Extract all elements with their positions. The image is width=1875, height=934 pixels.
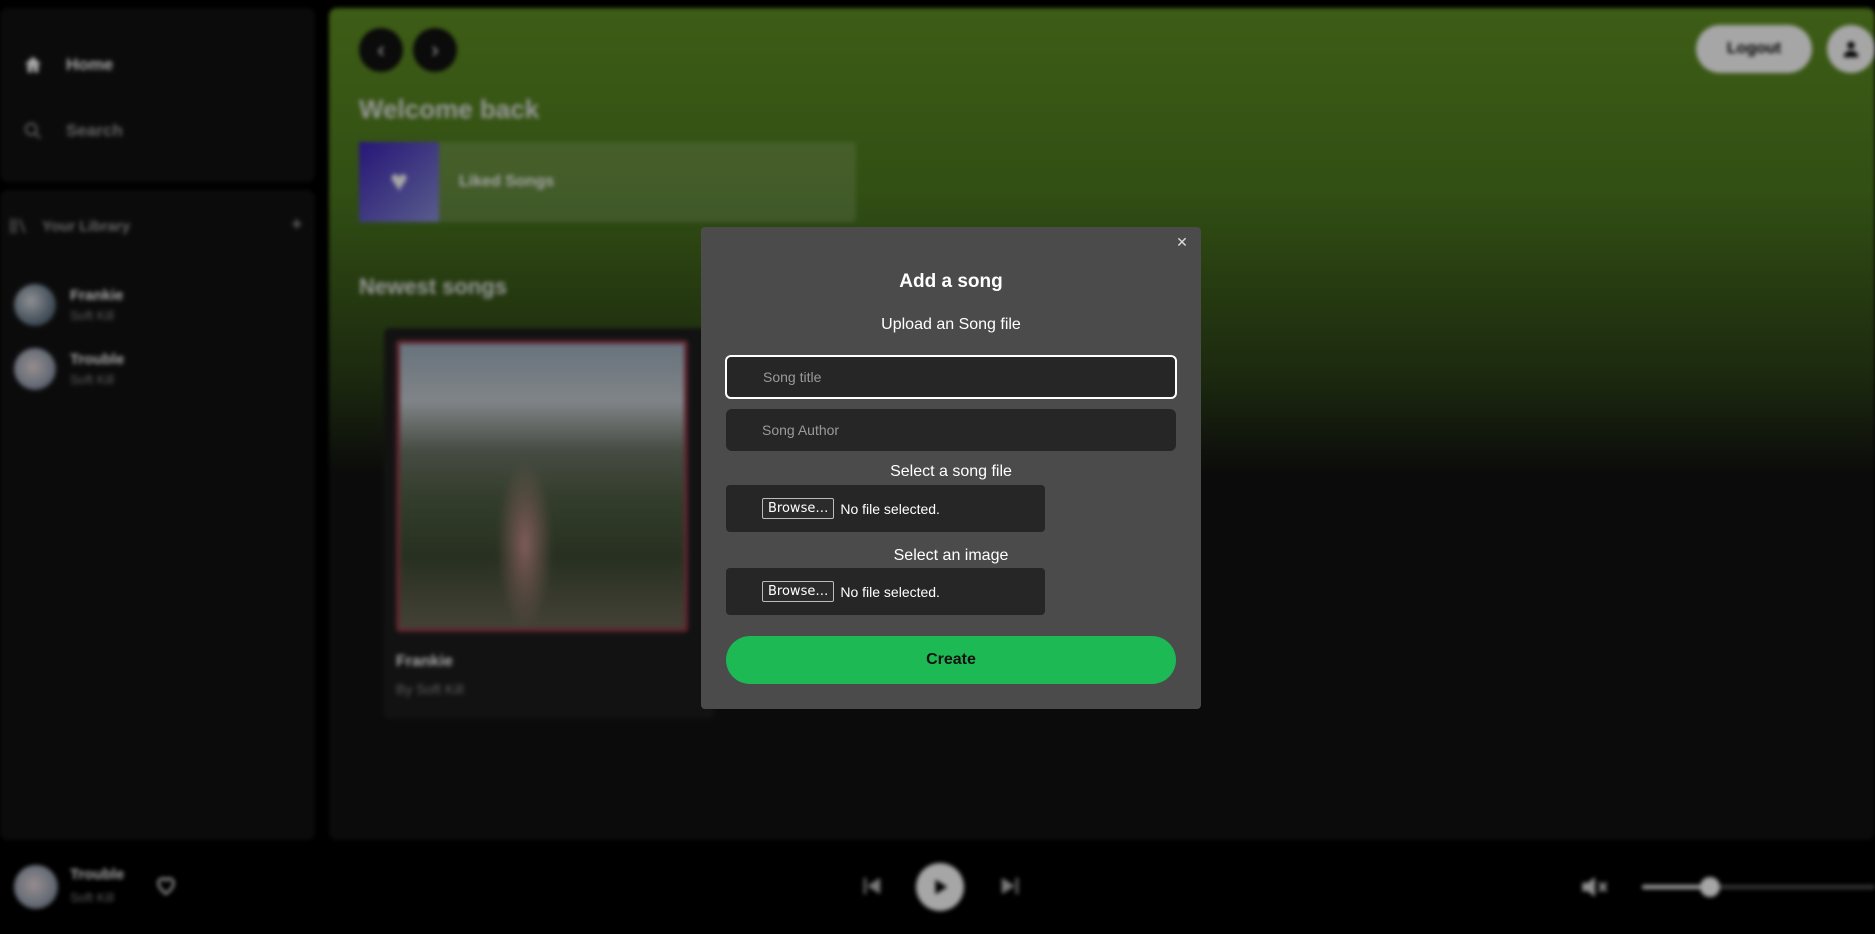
image-file-input[interactable]: Browse… No file selected. [726, 568, 1045, 615]
modal-title: Add a song [899, 271, 1003, 292]
song-author-field[interactable] [726, 409, 1176, 451]
create-button[interactable]: Create [726, 636, 1176, 684]
song-file-status: No file selected. [840, 500, 940, 517]
song-file-label: Select a song file [890, 463, 1012, 480]
song-title-field[interactable] [725, 355, 1177, 399]
image-file-status: No file selected. [840, 583, 940, 600]
close-icon[interactable]: ✕ [1173, 233, 1191, 251]
add-song-modal: ✕ Add a song Upload an Song file Select … [701, 227, 1201, 709]
song-author-input[interactable] [762, 422, 1176, 438]
image-label: Select an image [893, 547, 1009, 564]
song-file-input[interactable]: Browse… No file selected. [726, 485, 1045, 532]
browse-image-button[interactable]: Browse… [762, 581, 835, 602]
modal-description: Upload an Song file [881, 316, 1021, 333]
song-title-input[interactable] [763, 369, 1175, 385]
app-root: Home Search Your Library + Frankie Soft … [0, 0, 1875, 934]
browse-song-button[interactable]: Browse… [762, 498, 835, 519]
